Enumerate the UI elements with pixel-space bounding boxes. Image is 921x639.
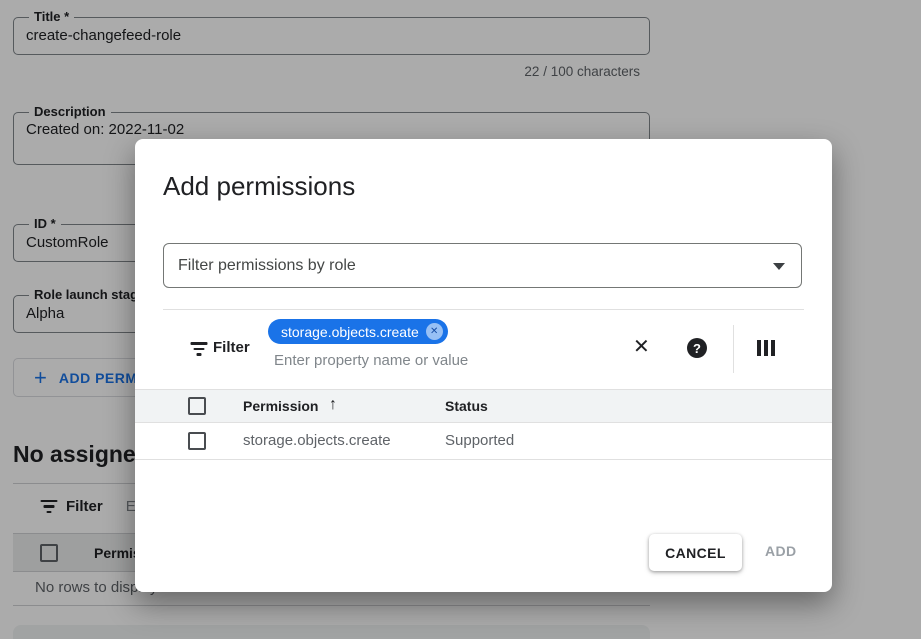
column-display-options-icon[interactable] xyxy=(757,340,775,356)
role-filter-dropdown[interactable]: Filter permissions by role xyxy=(163,243,802,288)
filter-input[interactable] xyxy=(272,351,576,370)
chevron-down-icon xyxy=(773,263,785,270)
permission-column-header[interactable]: Permission xyxy=(243,398,318,414)
row-checkbox[interactable] xyxy=(188,432,206,450)
dialog-title: Add permissions xyxy=(163,171,355,202)
toolbar-divider xyxy=(733,325,734,373)
filter-icon xyxy=(190,342,207,356)
status-cell: Supported xyxy=(445,432,514,449)
sort-ascending-icon[interactable]: ↑ xyxy=(329,396,337,414)
status-column-header[interactable]: Status xyxy=(445,398,488,414)
select-all-checkbox[interactable] xyxy=(188,397,206,415)
permission-row[interactable]: storage.objects.create Supported xyxy=(135,423,832,460)
permissions-table-header: Permission ↑ Status xyxy=(135,389,832,423)
filter-chip-value: storage.objects.create xyxy=(281,324,419,340)
filter-chip[interactable]: storage.objects.create ✕ xyxy=(268,319,448,344)
cancel-button[interactable]: CANCEL xyxy=(649,534,742,571)
help-icon[interactable]: ? xyxy=(687,338,707,358)
clear-filters-icon[interactable]: ✕ xyxy=(633,336,650,358)
add-button[interactable]: ADD xyxy=(765,543,797,559)
screen: Title * create-changefeed-role 22 / 100 … xyxy=(0,0,921,639)
role-filter-dropdown-placeholder: Filter permissions by role xyxy=(164,257,356,275)
add-permissions-dialog: Add permissions Filter permissions by ro… xyxy=(135,139,832,592)
toolbar-top-divider xyxy=(163,309,804,310)
permission-cell: storage.objects.create xyxy=(243,432,391,449)
filter-label: Filter xyxy=(213,339,250,356)
chip-remove-icon[interactable]: ✕ xyxy=(426,323,443,340)
